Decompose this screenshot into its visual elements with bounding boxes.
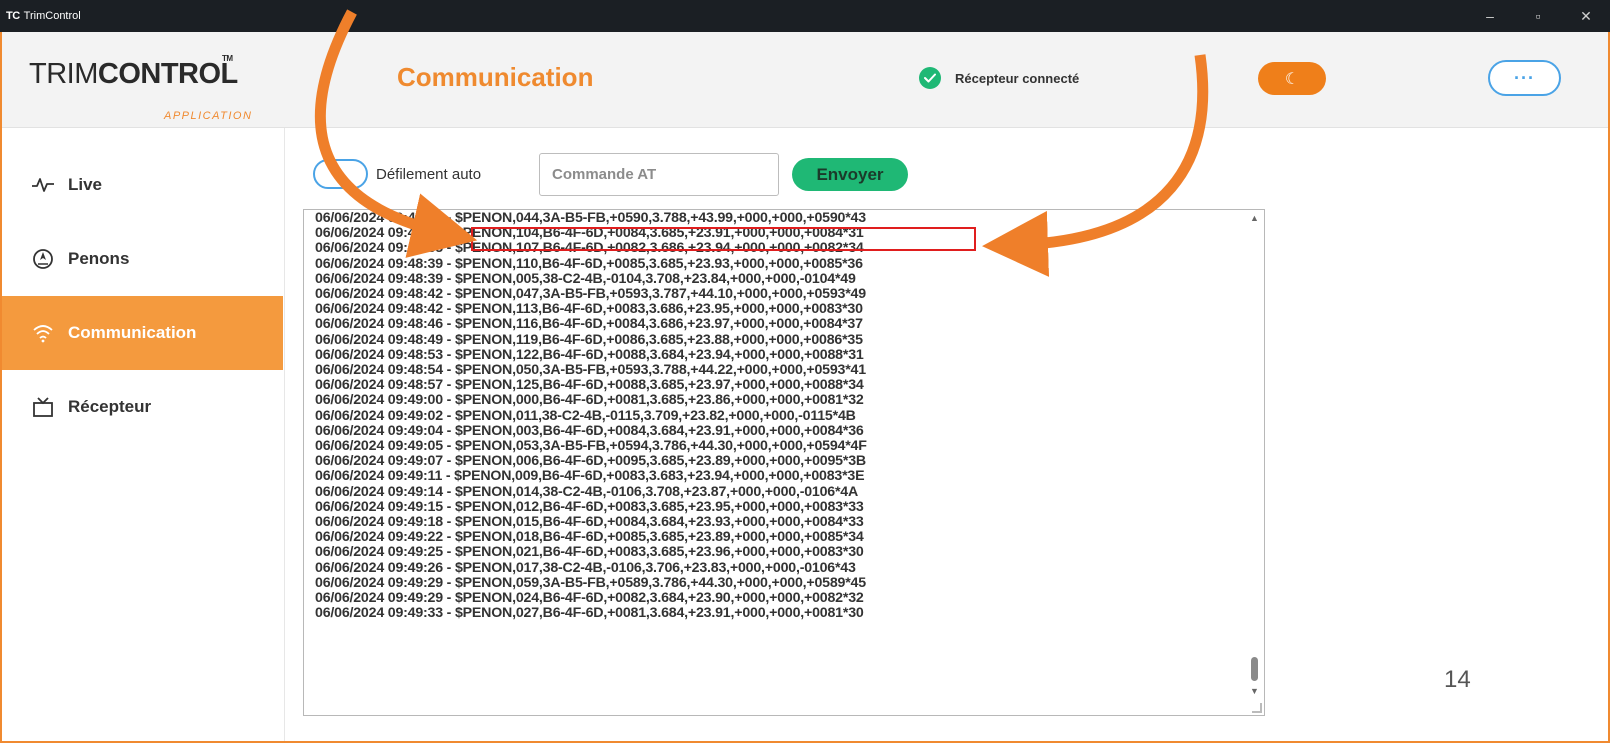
log-line: 06/06/2024 09:48:35 - $PENON,107,B6-4F-6… — [315, 240, 864, 257]
log-line: 06/06/2024 09:49:00 - $PENON,000,B6-4F-6… — [315, 392, 864, 409]
wifi-icon — [30, 322, 56, 344]
command-input[interactable] — [539, 153, 779, 196]
log-line: 06/06/2024 09:49:05 - $PENON,053,3A-B5-F… — [315, 438, 867, 455]
log-line: 06/06/2024 09:49:29 - $PENON,024,B6-4F-6… — [315, 590, 864, 607]
window-controls: – ▫ ✕ — [1466, 0, 1610, 32]
log-line: 06/06/2024 09:48:49 - $PENON,119,B6-4F-6… — [315, 331, 863, 348]
more-options-button[interactable]: ··· — [1488, 60, 1561, 96]
vertical-scrollbar[interactable]: ▲ ▼ — [1246, 210, 1264, 715]
sidebar-item-label: Live — [68, 175, 103, 194]
log-line: 06/06/2024 09:49:15 - $PENON,012,B6-4F-6… — [315, 498, 864, 515]
status-text: Récepteur connecté — [955, 70, 1080, 86]
scrollbar-thumb[interactable] — [1251, 657, 1258, 681]
sidebar: Live Penons Communication Récepteur — [2, 128, 285, 741]
pulse-icon — [30, 174, 56, 196]
log-line: 06/06/2024 09:48:53 - $PENON,122,B6-4F-6… — [315, 346, 864, 363]
sidebar-item-label: Communication — [68, 323, 197, 342]
minimize-icon[interactable]: – — [1466, 8, 1514, 24]
moon-icon: ☾ — [1284, 70, 1300, 88]
close-icon[interactable]: ✕ — [1562, 8, 1610, 25]
log-line: 06/06/2024 09:49:22 - $PENON,018,B6-4F-6… — [315, 529, 864, 546]
log-lines: 06/06/2024 09:48:30 - $PENON,044,3A-B5-F… — [315, 210, 1235, 622]
log-line: 06/06/2024 09:49:02 - $PENON,011,38-C2-4… — [315, 407, 856, 424]
log-line: 06/06/2024 09:49:14 - $PENON,014,38-C2-4… — [315, 483, 859, 500]
sidebar-item-label: Penons — [68, 249, 130, 268]
autoscroll-label: Défilement auto — [376, 166, 482, 183]
sidebar-item-communication[interactable]: Communication — [2, 296, 283, 370]
sidebar-item-penons[interactable]: Penons — [2, 222, 283, 296]
send-button[interactable]: Envoyer — [792, 158, 908, 191]
page-number: 14 — [1444, 666, 1471, 693]
resize-grip-icon[interactable] — [1252, 703, 1262, 713]
sidebar-item-label: Récepteur — [68, 397, 152, 416]
log-line: 06/06/2024 09:48:39 - $PENON,005,38-C2-4… — [315, 270, 856, 287]
log-line: 06/06/2024 09:48:46 - $PENON,116,B6-4F-6… — [315, 316, 863, 333]
log-line: 06/06/2024 09:49:33 - $PENON,027,B6-4F-6… — [315, 605, 864, 622]
ellipsis-icon: ··· — [1514, 67, 1535, 88]
log-line: 06/06/2024 09:48:57 - $PENON,125,B6-4F-6… — [315, 377, 864, 394]
brand-subtitle: APPLICATION — [164, 110, 253, 122]
sidebar-item-recepteur[interactable]: Récepteur — [2, 370, 283, 444]
log-line: 06/06/2024 09:48:39 - $PENON,110,B6-4F-6… — [315, 255, 863, 272]
title-bar: TC TrimControl – ▫ ✕ — [0, 0, 1610, 32]
sidebar-item-live[interactable]: Live — [2, 148, 283, 222]
log-line: 06/06/2024 09:48:42 - $PENON,113,B6-4F-6… — [315, 301, 863, 318]
brand-logo: TRIMCONTROL TM APPLICATION — [29, 54, 251, 122]
log-line: 06/06/2024 09:49:29 - $PENON,059,3A-B5-F… — [315, 574, 866, 591]
page-title: Communication — [397, 62, 594, 92]
maximize-icon[interactable]: ▫ — [1514, 8, 1562, 24]
log-line: 06/06/2024 09:49:11 - $PENON,009,B6-4F-6… — [315, 468, 865, 485]
theme-toggle-button[interactable]: ☾ — [1258, 62, 1326, 95]
connection-status: Récepteur connecté — [919, 67, 1079, 89]
log-line: 06/06/2024 09:49:07 - $PENON,006,B6-4F-6… — [315, 453, 866, 470]
log-line: 06/06/2024 09:49:25 - $PENON,021,B6-4F-6… — [315, 544, 864, 561]
log-line: 06/06/2024 09:48:31 - $PENON,104,B6-4F-6… — [315, 225, 864, 242]
log-line: 06/06/2024 09:49:04 - $PENON,003,B6-4F-6… — [315, 422, 864, 439]
scroll-down-icon[interactable]: ▼ — [1250, 686, 1259, 696]
log-line: 06/06/2024 09:49:26 - $PENON,017,38-C2-4… — [315, 559, 856, 576]
log-line: 06/06/2024 09:48:42 - $PENON,047,3A-B5-F… — [315, 286, 866, 303]
log-line: 06/06/2024 09:48:54 - $PENON,050,3A-B5-F… — [315, 362, 866, 379]
compass-icon — [30, 248, 56, 270]
log-line: 06/06/2024 09:49:18 - $PENON,015,B6-4F-6… — [315, 514, 864, 531]
scroll-up-icon[interactable]: ▲ — [1250, 213, 1259, 223]
app-header: TRIMCONTROL TM APPLICATION Communication… — [2, 32, 1608, 128]
window-title: TrimControl — [23, 10, 81, 22]
log-line: 06/06/2024 09:48:30 - $PENON,044,3A-B5-F… — [315, 210, 866, 226]
log-textarea[interactable]: 06/06/2024 09:48:30 - $PENON,044,3A-B5-F… — [303, 209, 1265, 716]
brand-trademark: TM — [222, 54, 233, 63]
check-circle-icon — [919, 67, 941, 89]
brand-bold-text: CONTROL — [97, 58, 238, 90]
autoscroll-toggle[interactable] — [313, 159, 368, 189]
brand-light-text: TRIM — [29, 58, 98, 90]
receiver-icon — [30, 396, 56, 418]
app-icon: TC — [6, 10, 20, 22]
